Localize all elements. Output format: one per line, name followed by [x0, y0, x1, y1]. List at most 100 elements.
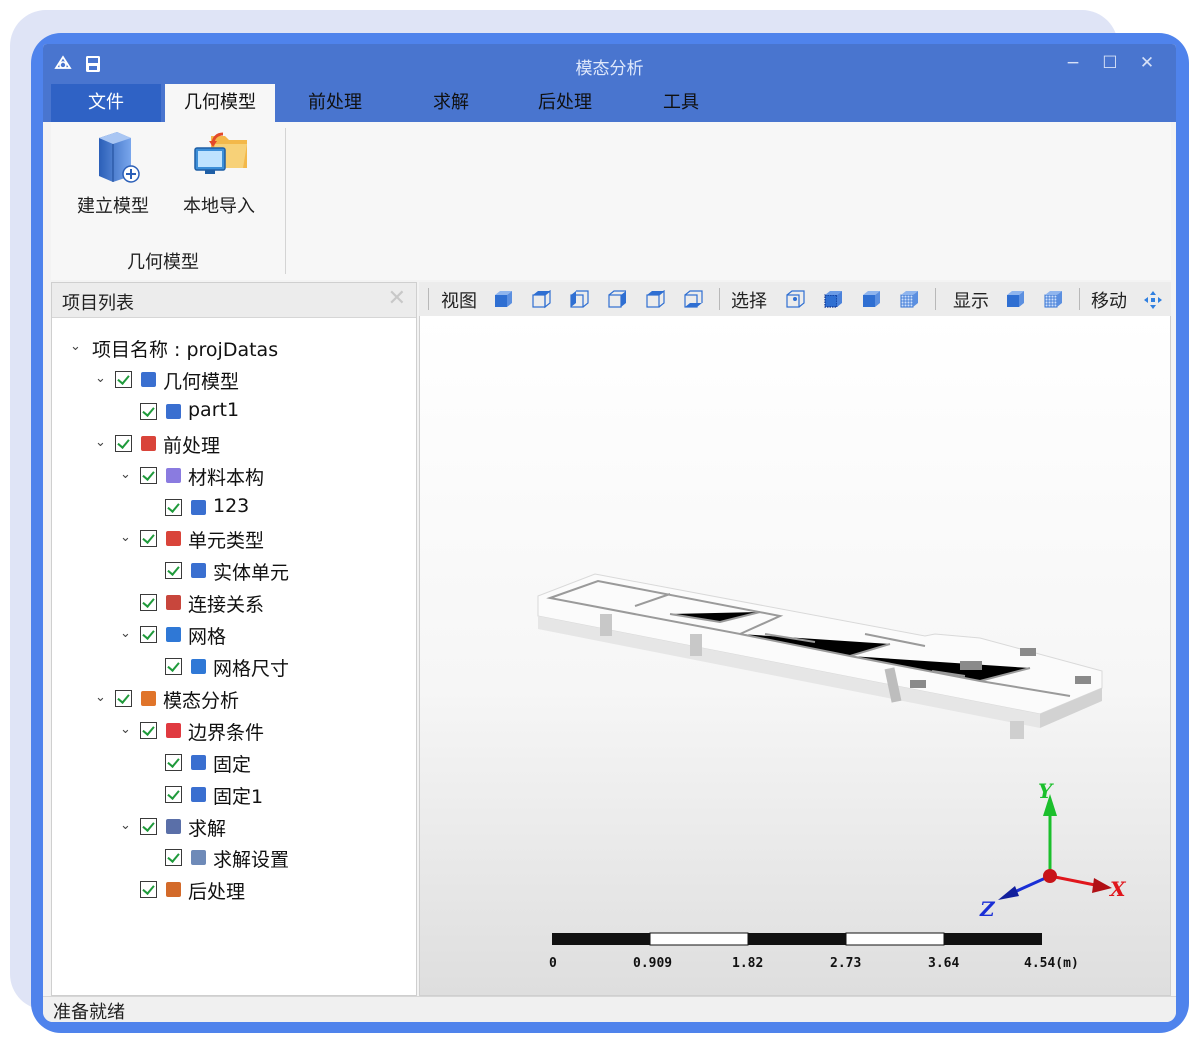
build-model-button[interactable]: 建立模型 [63, 126, 163, 217]
move-label: 移动 [1091, 291, 1127, 312]
tree-checkbox[interactable] [165, 785, 182, 803]
tab-preprocess[interactable]: 前处理 [285, 84, 385, 122]
tree-item[interactable]: ⌄ 项目名称 : projDatas [52, 335, 412, 365]
part-icon [166, 403, 181, 419]
tree-item-label: 固定1 [213, 785, 264, 808]
chevron-down-icon[interactable]: ⌄ [120, 467, 134, 482]
chevron-down-icon[interactable]: ⌄ [120, 722, 134, 737]
structure-model [537, 573, 1103, 739]
scale-bar: 0 0.909 1.82 2.73 3.64 4.54(m) [549, 932, 1079, 971]
app-window: 模态分析 − ☐ ✕ 文件 几何模型 前处理 求解 后处理 工具 建立模型 本地… [43, 44, 1176, 1022]
solve-settings-icon [191, 850, 206, 866]
tree-item-label: 网格尺寸 [213, 658, 290, 680]
tree-item[interactable]: ⌄ 前处理 [52, 431, 412, 461]
view-bottom-icon[interactable] [683, 290, 703, 310]
tree-checkbox[interactable] [165, 498, 182, 516]
toolbar-divider [935, 288, 936, 310]
view-top-icon[interactable] [645, 290, 665, 310]
scale-label: 0 [549, 956, 557, 971]
view-front-icon[interactable] [493, 290, 513, 310]
view-label: 视图 [441, 291, 477, 312]
status-text: 准备就绪 [53, 1002, 125, 1022]
connection-icon [166, 595, 181, 611]
tree-item[interactable]: part1 [52, 399, 412, 429]
tree-item[interactable]: 实体单元 [52, 558, 412, 588]
tree-item-label: 项目名称 : projDatas [92, 339, 279, 361]
material-icon [166, 467, 181, 483]
build-model-icon [99, 132, 140, 183]
tree-item[interactable]: 求解设置 [52, 845, 412, 875]
tree-checkbox[interactable] [140, 466, 157, 484]
local-import-button[interactable]: 本地导入 [169, 126, 269, 217]
tree-item[interactable]: ⌄ 材料本构 [52, 463, 412, 493]
tree-checkbox[interactable] [140, 721, 157, 739]
display-mesh-icon[interactable] [1043, 290, 1063, 310]
element-type-icon [166, 531, 181, 547]
select-element-icon[interactable] [899, 290, 919, 310]
tab-tools[interactable]: 工具 [631, 84, 731, 122]
preprocess-icon [141, 435, 156, 451]
tree-item[interactable]: 后处理 [52, 877, 412, 907]
tree-checkbox[interactable] [140, 402, 157, 420]
tree-item[interactable]: ⌄ 模态分析 [52, 686, 412, 716]
tree-item-label: 材料本构 [188, 466, 265, 489]
scale-label: 4.54(m) [1024, 956, 1079, 971]
tree-checkbox[interactable] [165, 562, 182, 580]
move-icon[interactable] [1143, 290, 1163, 310]
maximize-button[interactable]: ☐ [1098, 53, 1122, 73]
chevron-down-icon[interactable]: ⌄ [95, 690, 109, 705]
tree-checkbox[interactable] [140, 530, 157, 548]
tree-item[interactable]: 固定1 [52, 782, 412, 812]
tree-checkbox[interactable] [115, 370, 132, 388]
tree-checkbox[interactable] [165, 658, 182, 675]
model-canvas: Y X Z 0 0.909 1.82 2.73 3.64 4.54(m) [537, 573, 1127, 971]
tree-checkbox[interactable] [140, 881, 157, 899]
view-right-icon[interactable] [607, 290, 627, 310]
tree-checkbox[interactable] [140, 594, 157, 612]
scale-label: 0.909 [633, 956, 672, 971]
chevron-down-icon[interactable]: ⌄ [95, 435, 109, 450]
display-solid-icon[interactable] [1005, 290, 1025, 310]
chevron-down-icon[interactable]: ⌄ [120, 626, 134, 641]
tree-item-label: 几何模型 [163, 370, 240, 393]
toolbar-divider [428, 288, 429, 310]
build-model-label: 建立模型 [77, 196, 149, 217]
tree-item[interactable]: ⌄ 网格 [52, 622, 412, 652]
tree-item[interactable]: ⌄ 求解 [52, 814, 412, 844]
tree-item[interactable]: 固定 [52, 750, 412, 780]
tab-solve[interactable]: 求解 [401, 84, 501, 122]
tree-checkbox[interactable] [140, 817, 157, 835]
select-label: 选择 [731, 291, 767, 312]
view-left-icon[interactable] [569, 290, 589, 310]
chevron-down-icon[interactable]: ⌄ [70, 339, 84, 354]
tree-item-label: 前处理 [163, 434, 221, 457]
tree-checkbox[interactable] [165, 753, 182, 771]
tab-file[interactable]: 文件 [51, 84, 161, 122]
tree-item[interactable]: 网格尺寸 [52, 654, 412, 684]
panel-close-icon[interactable]: ✕ [388, 286, 406, 311]
tree-checkbox[interactable] [115, 434, 132, 452]
scale-label: 1.82 [732, 956, 763, 971]
tree-checkbox[interactable] [165, 849, 182, 867]
select-face-icon[interactable] [823, 290, 843, 310]
tab-geometry[interactable]: 几何模型 [165, 84, 275, 122]
tree-checkbox[interactable] [115, 689, 132, 707]
tree-item[interactable]: ⌄ 几何模型 [52, 367, 412, 397]
minimize-button[interactable]: − [1061, 53, 1085, 73]
select-body-icon[interactable] [861, 290, 881, 310]
select-point-icon[interactable] [785, 290, 805, 310]
tree-item[interactable]: ⌄ 单元类型 [52, 526, 412, 556]
chevron-down-icon[interactable]: ⌄ [120, 530, 134, 545]
tree-item[interactable]: 连接关系 [52, 590, 412, 620]
chevron-down-icon[interactable]: ⌄ [95, 371, 109, 386]
panel-header: 项目列表 ✕ [52, 283, 416, 318]
tree-checkbox[interactable] [140, 626, 157, 644]
tree-item[interactable]: 123 [52, 495, 412, 525]
view-back-icon[interactable] [531, 290, 551, 310]
chevron-down-icon[interactable]: ⌄ [120, 818, 134, 833]
tree-item[interactable]: ⌄ 边界条件 [52, 718, 412, 748]
close-button[interactable]: ✕ [1135, 53, 1159, 73]
toolbar-divider [1079, 288, 1080, 310]
tab-postprocess[interactable]: 后处理 [515, 84, 615, 122]
3d-viewport[interactable]: Y X Z 0 0.909 1.82 2.73 3.64 4.54(m) [419, 316, 1171, 996]
